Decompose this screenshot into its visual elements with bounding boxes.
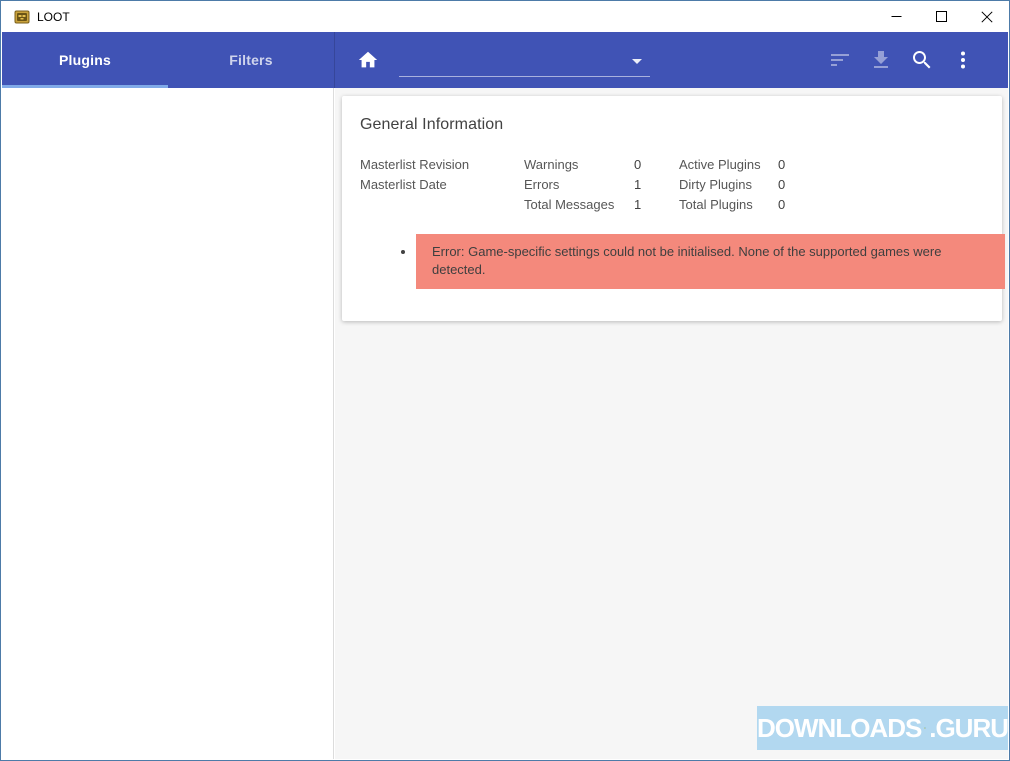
toolbar-actions [828, 48, 975, 72]
watermark-text-right: .GURU [929, 712, 1009, 743]
app-icon [14, 9, 30, 25]
caption-buttons [874, 1, 1009, 32]
general-information-card: General Information Masterlist Revision … [342, 96, 1005, 321]
stat-value: 1 [634, 197, 642, 212]
app-window: LOOT Plugins Filters General Information… [0, 0, 1010, 761]
error-message: Error: Game-specific settings could not … [416, 234, 1005, 289]
home-icon [358, 51, 378, 68]
update-masterlist-button[interactable] [869, 48, 893, 72]
download-plant-icon [924, 727, 926, 729]
stat-label: Dirty Plugins [679, 177, 752, 192]
plugin-list-sidebar [2, 88, 334, 759]
message-list-item: Error: Game-specific settings could not … [416, 234, 1005, 289]
stat-label: Active Plugins [679, 157, 761, 172]
stat-label: Errors [524, 177, 560, 192]
tab-plugins[interactable]: Plugins [2, 32, 168, 88]
maximize-icon [936, 11, 947, 22]
summary-stats: Masterlist Revision Warnings 0 Active Pl… [360, 155, 987, 215]
stat-value: 0 [778, 197, 786, 212]
stat-value: 0 [778, 177, 786, 192]
stat-value: 1 [634, 177, 642, 192]
close-icon [980, 10, 993, 23]
vertical-dots-icon [961, 51, 965, 69]
main-content: General Information Masterlist Revision … [335, 88, 1008, 759]
card-title: General Information [360, 116, 504, 133]
toolbar-main [335, 32, 1008, 88]
minimize-icon [891, 16, 902, 17]
sort-icon [831, 54, 849, 66]
download-icon [874, 51, 888, 68]
stat-value: 0 [778, 157, 786, 172]
title-bar: LOOT [1, 1, 1009, 32]
watermark-text-left: DOWNLOADS [757, 712, 922, 743]
search-icon [913, 51, 931, 69]
maximize-button[interactable] [919, 1, 964, 32]
caret-down-icon [632, 59, 642, 64]
toolbar: Plugins Filters [2, 32, 1008, 88]
tab-filters[interactable]: Filters [168, 32, 334, 88]
stat-label: Warnings [524, 157, 579, 172]
message-list: Error: Game-specific settings could not … [360, 234, 1005, 289]
downloads-guru-watermark: DOWNLOADS .GURU [757, 706, 1009, 750]
minimize-button[interactable] [874, 1, 919, 32]
tab-bar: Plugins Filters [2, 32, 335, 88]
window-title: LOOT [37, 9, 70, 24]
stat-label: Masterlist Date [360, 177, 447, 192]
stat-label: Total Plugins [679, 197, 753, 212]
stat-value: 0 [634, 157, 642, 172]
search-button[interactable] [910, 48, 934, 72]
stat-label: Total Messages [524, 197, 615, 212]
close-button[interactable] [964, 1, 1009, 32]
stat-label-empty [360, 195, 524, 215]
stat-label: Masterlist Revision [360, 157, 470, 172]
main-menu-button[interactable] [951, 48, 975, 72]
sort-plugins-button[interactable] [828, 48, 852, 72]
home-button[interactable] [356, 48, 380, 72]
game-select-dropdown[interactable] [399, 43, 650, 77]
